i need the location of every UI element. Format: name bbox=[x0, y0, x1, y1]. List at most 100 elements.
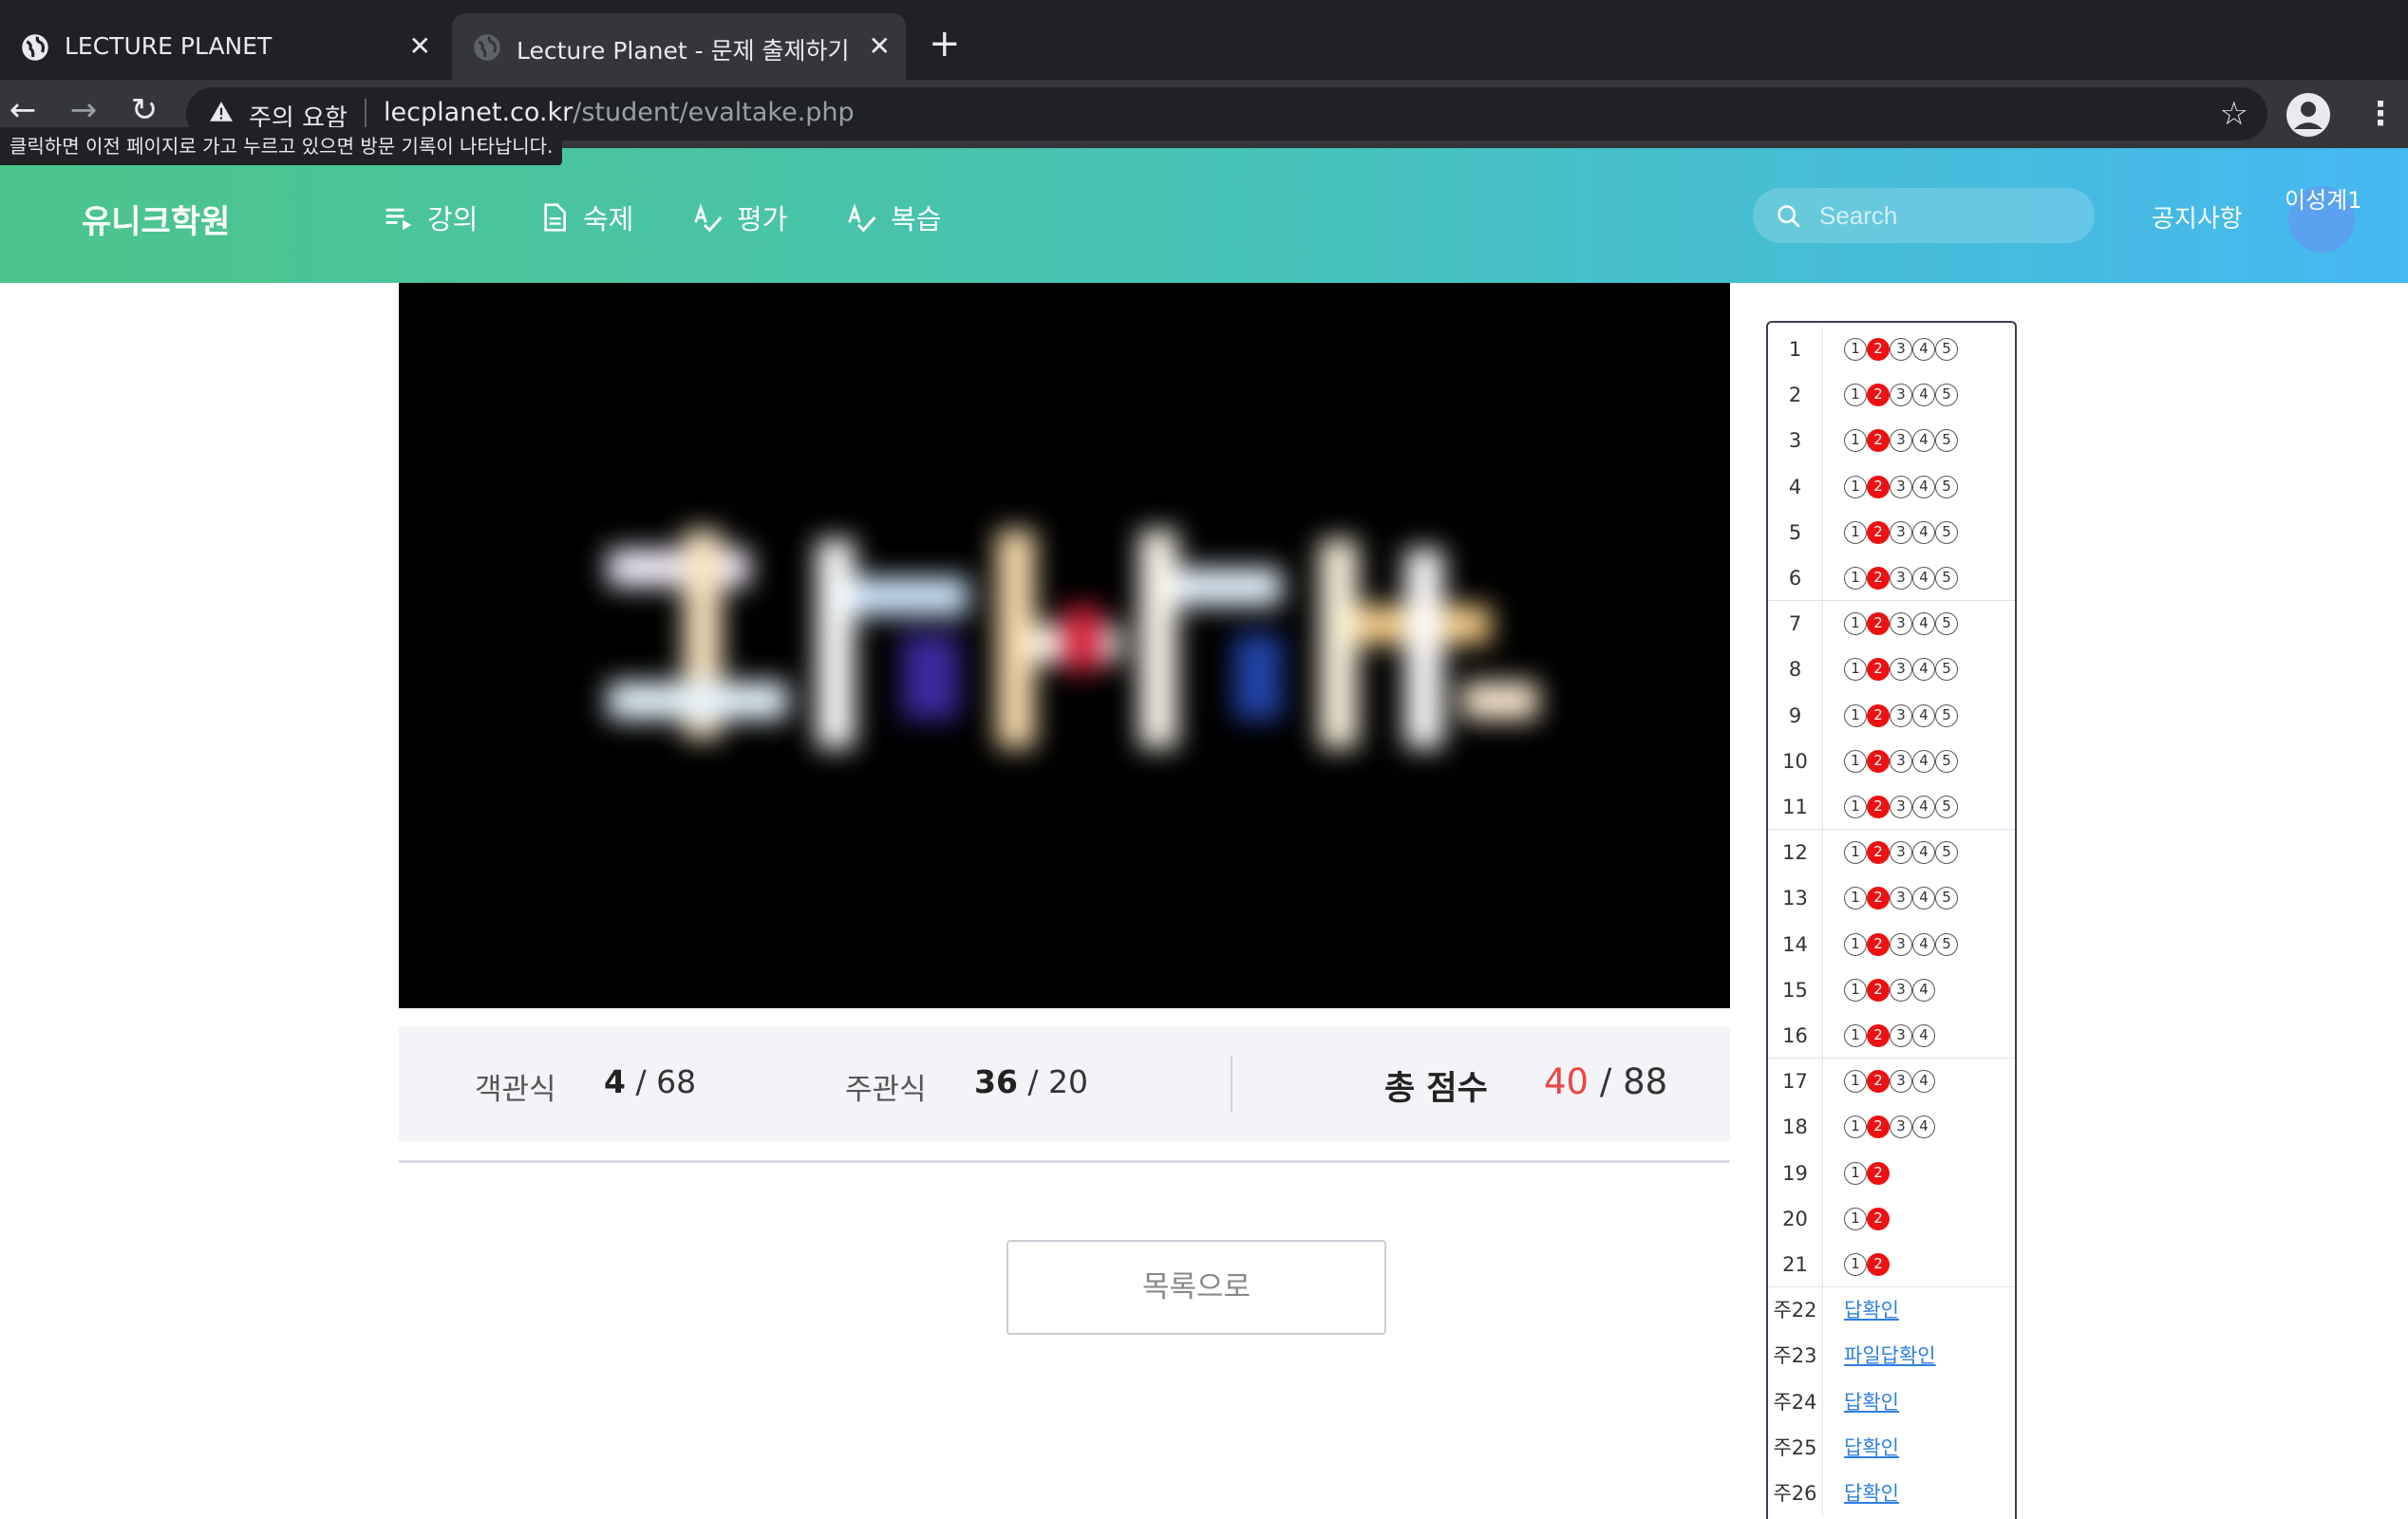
selected-option[interactable]: 2 bbox=[1867, 658, 1890, 682]
notice-link[interactable]: 공지사항 bbox=[2152, 199, 2243, 234]
answer-option[interactable]: 5 bbox=[1935, 384, 1958, 407]
answer-option[interactable]: 5 bbox=[1935, 520, 1958, 544]
check-answer-link[interactable]: 답확인 bbox=[1844, 1433, 1899, 1461]
answer-option[interactable]: 1 bbox=[1844, 841, 1867, 865]
answer-option[interactable]: 1 bbox=[1844, 338, 1867, 361]
selected-option[interactable]: 2 bbox=[1867, 887, 1890, 910]
answer-option[interactable]: 4 bbox=[1912, 475, 1935, 498]
answer-option[interactable]: 1 bbox=[1844, 887, 1867, 910]
warning-icon[interactable] bbox=[209, 100, 234, 124]
back-to-list-button[interactable]: 목록으로 bbox=[1006, 1240, 1386, 1335]
answer-option[interactable]: 1 bbox=[1844, 429, 1867, 453]
close-icon[interactable]: ✕ bbox=[409, 30, 431, 62]
answer-option[interactable]: 3 bbox=[1890, 703, 1912, 727]
answer-option[interactable]: 3 bbox=[1890, 841, 1912, 865]
answer-option[interactable]: 1 bbox=[1844, 932, 1867, 956]
answer-option[interactable]: 5 bbox=[1935, 841, 1958, 865]
search-input[interactable] bbox=[1819, 188, 2076, 243]
close-icon[interactable]: ✕ bbox=[869, 30, 891, 62]
selected-option[interactable]: 2 bbox=[1867, 612, 1890, 636]
answer-option[interactable]: 3 bbox=[1890, 749, 1912, 773]
nav-item-review[interactable]: 복습 bbox=[847, 197, 941, 237]
selected-option[interactable]: 2 bbox=[1867, 1070, 1890, 1094]
answer-option[interactable]: 5 bbox=[1935, 612, 1958, 636]
answer-option[interactable]: 3 bbox=[1890, 520, 1912, 544]
answer-option[interactable]: 3 bbox=[1890, 658, 1912, 682]
back-arrow-icon[interactable]: ← bbox=[4, 91, 42, 129]
answer-option[interactable]: 5 bbox=[1935, 887, 1958, 910]
selected-option[interactable]: 2 bbox=[1867, 338, 1890, 361]
forward-arrow-icon[interactable]: → bbox=[65, 91, 103, 129]
selected-option[interactable]: 2 bbox=[1867, 475, 1890, 498]
answer-option[interactable]: 4 bbox=[1912, 384, 1935, 407]
selected-option[interactable]: 2 bbox=[1867, 429, 1890, 453]
answer-option[interactable]: 5 bbox=[1935, 567, 1958, 590]
answer-option[interactable]: 1 bbox=[1844, 1024, 1867, 1047]
answer-option[interactable]: 4 bbox=[1912, 429, 1935, 453]
answer-option[interactable]: 5 bbox=[1935, 338, 1958, 361]
answer-option[interactable]: 1 bbox=[1844, 520, 1867, 544]
answer-option[interactable]: 5 bbox=[1935, 796, 1958, 818]
bookmark-star-icon[interactable]: ☆ bbox=[2220, 95, 2248, 133]
check-answer-link[interactable]: 답확인 bbox=[1844, 1478, 1899, 1507]
selected-option[interactable]: 2 bbox=[1867, 1161, 1890, 1185]
answer-option[interactable]: 3 bbox=[1890, 796, 1912, 818]
selected-option[interactable]: 2 bbox=[1867, 1024, 1890, 1047]
answer-option[interactable]: 1 bbox=[1844, 475, 1867, 498]
answer-option[interactable]: 4 bbox=[1912, 658, 1935, 682]
url-text[interactable]: lecplanet.co.kr/student/evaltake.php bbox=[384, 98, 855, 127]
nav-item-evaluation[interactable]: 평가 bbox=[693, 197, 787, 237]
answer-option[interactable]: 3 bbox=[1890, 429, 1912, 453]
selected-option[interactable]: 2 bbox=[1867, 932, 1890, 956]
answer-option[interactable]: 4 bbox=[1912, 932, 1935, 956]
profile-avatar-icon[interactable] bbox=[2286, 93, 2330, 137]
answer-option[interactable]: 4 bbox=[1912, 978, 1935, 1002]
answer-option[interactable]: 4 bbox=[1912, 749, 1935, 773]
answer-option[interactable]: 4 bbox=[1912, 796, 1935, 818]
video-player[interactable] bbox=[399, 283, 1730, 1008]
selected-option[interactable]: 2 bbox=[1867, 1116, 1890, 1139]
answer-option[interactable]: 3 bbox=[1890, 1024, 1912, 1047]
answer-option[interactable]: 1 bbox=[1844, 1253, 1867, 1276]
answer-option[interactable]: 5 bbox=[1935, 658, 1958, 682]
answer-option[interactable]: 4 bbox=[1912, 1070, 1935, 1094]
answer-option[interactable]: 3 bbox=[1890, 338, 1912, 361]
answer-option[interactable]: 3 bbox=[1890, 932, 1912, 956]
reload-icon[interactable]: ↻ bbox=[125, 91, 163, 129]
answer-option[interactable]: 4 bbox=[1912, 520, 1935, 544]
selected-option[interactable]: 2 bbox=[1867, 1207, 1890, 1230]
selected-option[interactable]: 2 bbox=[1867, 567, 1890, 590]
new-tab-icon[interactable]: + bbox=[929, 25, 961, 63]
answer-option[interactable]: 1 bbox=[1844, 1161, 1867, 1185]
answer-option[interactable]: 5 bbox=[1935, 749, 1958, 773]
browser-tab-active[interactable]: Lecture Planet - 문제 출제하기 ✕ bbox=[452, 13, 906, 80]
answer-option[interactable]: 5 bbox=[1935, 703, 1958, 727]
answer-option[interactable]: 1 bbox=[1844, 703, 1867, 727]
answer-option[interactable]: 1 bbox=[1844, 796, 1867, 818]
selected-option[interactable]: 2 bbox=[1867, 749, 1890, 773]
answer-option[interactable]: 1 bbox=[1844, 749, 1867, 773]
selected-option[interactable]: 2 bbox=[1867, 978, 1890, 1002]
check-answer-link[interactable]: 답확인 bbox=[1844, 1295, 1899, 1323]
answer-option[interactable]: 4 bbox=[1912, 338, 1935, 361]
selected-option[interactable]: 2 bbox=[1867, 841, 1890, 865]
answer-option[interactable]: 1 bbox=[1844, 1070, 1867, 1094]
answer-option[interactable]: 1 bbox=[1844, 612, 1867, 636]
answer-option[interactable]: 4 bbox=[1912, 612, 1935, 636]
answer-option[interactable]: 5 bbox=[1935, 932, 1958, 956]
answer-option[interactable]: 3 bbox=[1890, 384, 1912, 407]
more-menu-icon[interactable]: ⋮ bbox=[2364, 93, 2397, 135]
answer-option[interactable]: 3 bbox=[1890, 978, 1912, 1002]
answer-option[interactable]: 3 bbox=[1890, 567, 1912, 590]
user-name[interactable]: 이성계1 bbox=[2285, 182, 2370, 218]
search-box[interactable] bbox=[1753, 188, 2095, 243]
answer-option[interactable]: 1 bbox=[1844, 567, 1867, 590]
answer-option[interactable]: 4 bbox=[1912, 703, 1935, 727]
answer-option[interactable]: 1 bbox=[1844, 1116, 1867, 1139]
answer-option[interactable]: 3 bbox=[1890, 475, 1912, 498]
selected-option[interactable]: 2 bbox=[1867, 520, 1890, 544]
browser-tab[interactable]: LECTURE PLANET ✕ bbox=[0, 13, 446, 80]
answer-option[interactable]: 1 bbox=[1844, 1207, 1867, 1230]
brand-logo[interactable]: 유니크학원 bbox=[82, 196, 230, 242]
answer-option[interactable]: 5 bbox=[1935, 475, 1958, 498]
